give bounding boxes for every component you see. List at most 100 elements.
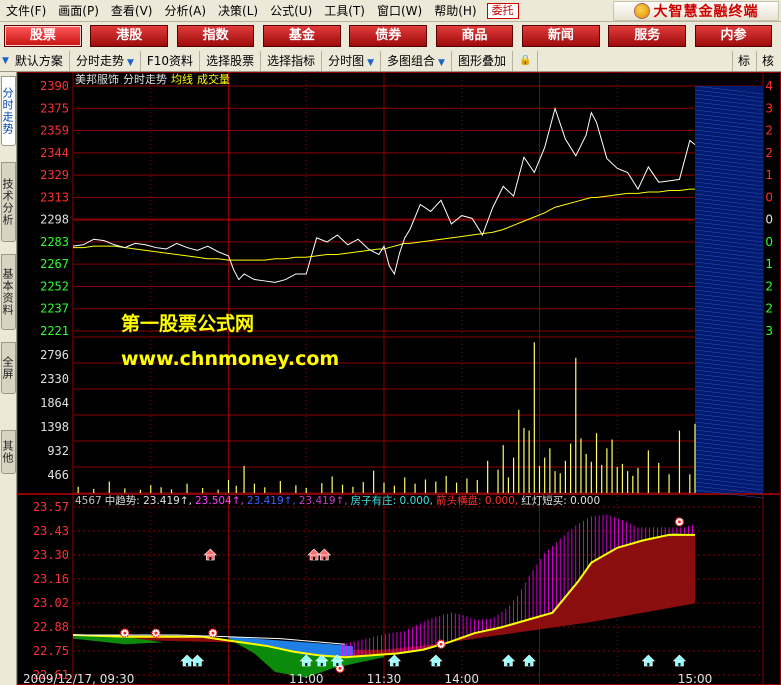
red-light-dot — [677, 520, 681, 524]
house-door — [393, 663, 396, 666]
side-tab-bar: 分时走势技术分析基本资料全屏其他 — [0, 72, 17, 685]
menu-item[interactable]: 工具(T) — [318, 0, 371, 22]
chart-toolbar: ▼ 默认方案 分时走势 ▼ F10资料 选择股票 选择指标 分时图 ▼ 多图组合 ▼ 图形叠加 🔒 标核 — [0, 50, 781, 72]
volume-axis-label: 1398 — [40, 420, 69, 434]
future-time-hatch — [694, 85, 764, 499]
red-light-dot — [338, 666, 342, 670]
price-axis-label: 2344 — [40, 146, 69, 160]
chart-header: 美邦服饰 分时走势 均线 成交量 — [75, 72, 230, 86]
menu-item[interactable]: 查看(V) — [105, 0, 159, 22]
chart-header-avg-label: 均线 — [171, 72, 193, 86]
menu-item[interactable]: 分析(A) — [158, 0, 212, 22]
nav-button[interactable]: 基金 — [262, 25, 341, 47]
menu-item[interactable]: 公式(U) — [264, 0, 318, 22]
toolbar-item-label: F10资料 — [146, 53, 194, 68]
volume-axis-label: 1864 — [40, 396, 69, 410]
side-tab-item[interactable]: 全屏 — [1, 342, 16, 394]
house-door — [336, 663, 339, 666]
toolbar-right-item[interactable]: 标 — [731, 51, 755, 71]
nav-button[interactable]: 新闻 — [521, 25, 600, 47]
house-door — [507, 663, 510, 666]
red-light-dot — [123, 631, 127, 635]
house-door — [528, 663, 531, 666]
indicator-value: 红灯短买: 0.000 — [521, 494, 600, 507]
percent-axis-label: 0 — [765, 235, 773, 249]
price-axis-label: 2267 — [40, 257, 69, 271]
percent-axis-label: 1 — [765, 168, 773, 182]
chart-area: 2390237523592344232923132298228322672252… — [17, 72, 781, 685]
toolbar-item[interactable]: 图形叠加 — [452, 50, 513, 71]
indicator-axis-label: 22.88 — [33, 620, 69, 634]
indicator-value: 23.419↑, — [247, 495, 296, 507]
chart-header-vol-label: 成交量 — [197, 72, 230, 86]
side-tab-item[interactable]: 分时走势 — [1, 76, 16, 146]
side-tab-item[interactable]: 技术分析 — [1, 162, 16, 242]
house-door — [434, 663, 437, 666]
price-axis-label: 2237 — [40, 302, 69, 316]
indicator-value: 23.504↑, — [195, 495, 244, 507]
menu-item[interactable]: 画面(P) — [52, 0, 105, 22]
price-axis-label: 2313 — [40, 190, 69, 204]
time-axis-label: 2009/12/17, 09:30 — [23, 672, 134, 685]
nav-button[interactable]: 指数 — [176, 25, 255, 47]
indicator-axis-label: 23.43 — [33, 524, 69, 538]
toolbar-item[interactable]: 默认方案 — [9, 50, 70, 71]
percent-axis-label: 1 — [765, 257, 773, 271]
brand-name: 大智慧金融终端 — [653, 4, 759, 20]
indicator-axis-label: 23.57 — [33, 500, 69, 514]
indicator-axis-label: 23.30 — [33, 548, 69, 562]
time-axis-label: 15:00 — [678, 672, 713, 685]
menu-item[interactable]: 帮助(H) — [428, 0, 482, 22]
side-tab-item[interactable]: 基本资料 — [1, 254, 16, 330]
indicator-header: 4567 中趋势: 23.419↑, 23.504↑, 23.419↑, 23.419↑… — [75, 494, 600, 507]
volume-axis-label: 932 — [47, 444, 69, 458]
time-axis-label: 11:00 — [289, 672, 324, 685]
toolbar-item-label: 选择股票 — [206, 53, 255, 68]
menu-bar: 文件(F) 画面(P) 查看(V) 分析(A) 决策(L) 公式(U) 工具(T) 窗口(W)… — [0, 0, 781, 22]
price-axis-label: 2375 — [40, 101, 69, 115]
toolbar-item[interactable]: 选择指标 — [261, 50, 323, 71]
percent-axis-label: 0 — [765, 190, 773, 204]
indicator-axis-label: 23.16 — [33, 572, 69, 586]
time-axis-label: 14:00 — [444, 672, 479, 685]
nav-button[interactable]: 商品 — [435, 25, 514, 47]
indicator-axis-label: 23.02 — [33, 596, 69, 610]
indicator-value: 4567 — [75, 495, 102, 507]
red-light-dot — [439, 642, 443, 646]
house-door — [313, 557, 316, 560]
nav-button[interactable]: 内参 — [694, 25, 773, 47]
nav-button[interactable]: 服务 — [608, 25, 687, 47]
percent-axis-label: 2 — [765, 124, 773, 138]
dropdown-arrow-icon[interactable]: ▼ — [2, 56, 9, 66]
toolbar-item[interactable]: F10资料 — [141, 50, 201, 71]
menu-item[interactable]: 文件(F) — [0, 0, 52, 22]
watermark-title: 第一股票公式网 — [121, 312, 254, 335]
toolbar-item[interactable]: 选择股票 — [200, 50, 262, 71]
menu-item[interactable]: 决策(L) — [212, 0, 264, 22]
side-tab-item[interactable]: 其他 — [1, 430, 16, 474]
house-door — [186, 663, 189, 666]
percent-axis-label: 2 — [765, 279, 773, 293]
menu-item[interactable]: 窗口(W) — [371, 0, 428, 22]
price-axis-label: 2359 — [40, 124, 69, 138]
price-axis-label: 2283 — [40, 235, 69, 249]
toolbar-item[interactable]: 分时图 ▼ — [322, 50, 382, 71]
nav-button[interactable]: 股票 — [4, 25, 82, 47]
toolbar-item[interactable]: 多图组合 ▼ — [381, 50, 452, 71]
house-door — [678, 663, 681, 666]
nav-button[interactable]: 债券 — [349, 25, 428, 47]
house-door — [320, 663, 323, 666]
lock-icon[interactable]: 🔒 — [513, 50, 539, 71]
nav-button[interactable]: 港股 — [90, 25, 169, 47]
toolbar-right-item[interactable]: 核 — [755, 51, 779, 71]
watermark-url: www.chnmoney.com — [121, 348, 339, 370]
percent-axis-label: 2 — [765, 302, 773, 316]
house-door — [323, 557, 326, 560]
trust-button[interactable]: 委托 — [486, 2, 519, 19]
toolbar-item[interactable]: 分时走势 ▼ — [70, 50, 141, 71]
dropdown-arrow-icon: ▼ — [367, 57, 375, 68]
toolbar-item-label: 默认方案 — [14, 53, 63, 68]
price-axis-label: 2329 — [40, 168, 69, 182]
house-door — [647, 663, 650, 666]
percent-axis-label: 0 — [765, 213, 773, 227]
